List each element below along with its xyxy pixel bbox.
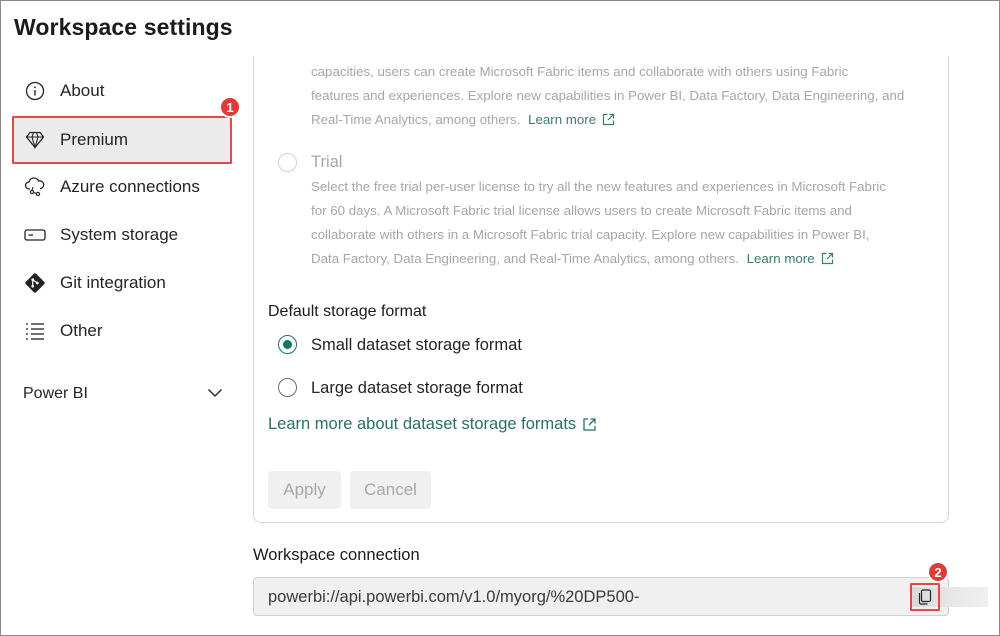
sidebar-item-label: About <box>60 81 105 100</box>
workspace-connection-heading: Workspace connection <box>253 546 420 564</box>
diamond-icon <box>24 129 46 151</box>
trial-radio[interactable] <box>278 153 297 172</box>
info-icon <box>24 80 46 102</box>
workspace-connection-value: powerbi://api.powerbi.com/v1.0/myorg/%20… <box>268 588 640 606</box>
trial-license-description: Select the free trial per-user license t… <box>311 179 886 266</box>
external-link-icon <box>821 252 833 265</box>
sidebar-item-system-storage[interactable]: System storage <box>12 212 232 258</box>
list-icon <box>24 320 46 342</box>
fabric-license-description: capacities, users can create Microsoft F… <box>311 64 905 127</box>
cancel-button[interactable]: Cancel <box>350 471 431 509</box>
annotation-badge-1: 1 <box>219 96 241 118</box>
annotation-badge-2: 2 <box>927 561 949 583</box>
sidebar-item-premium[interactable]: Premium <box>12 116 232 164</box>
sidebar-item-other[interactable]: Other <box>12 308 232 354</box>
storage-formats-learn-more-link[interactable]: Learn more about dataset storage formats <box>268 415 597 434</box>
copy-icon <box>918 589 932 605</box>
apply-button[interactable]: Apply <box>268 471 341 509</box>
cloud-network-icon <box>24 176 46 198</box>
sidebar-item-label: Premium <box>60 130 129 149</box>
sidebar-section-power-bi[interactable]: Power BI <box>23 382 223 406</box>
workspace-connection-field[interactable]: powerbi://api.powerbi.com/v1.0/myorg/%20… <box>253 577 988 616</box>
external-link-icon <box>583 418 596 431</box>
sidebar-item-label: Azure connections <box>60 177 200 196</box>
storage-format-heading: Default storage format <box>268 303 427 320</box>
small-storage-label: Small dataset storage format <box>311 336 522 354</box>
sidebar-item-azure-connections[interactable]: Azure connections <box>12 164 232 210</box>
small-storage-radio[interactable] <box>278 335 297 354</box>
sidebar-item-about[interactable]: About <box>12 68 232 114</box>
sidebar-item-label: Other <box>60 321 103 340</box>
chevron-down-icon <box>207 385 223 403</box>
sidebar-item-label: Git integration <box>60 273 166 292</box>
sidebar-item-label: System storage <box>60 225 179 244</box>
git-icon <box>24 272 46 294</box>
copy-button[interactable] <box>910 583 940 611</box>
large-storage-label: Large dataset storage format <box>311 379 523 397</box>
fabric-learn-more-link[interactable]: Learn more <box>528 112 615 127</box>
page-title: Workspace settings <box>14 14 233 40</box>
large-storage-radio[interactable] <box>278 378 297 397</box>
trial-learn-more-link[interactable]: Learn more <box>747 251 834 266</box>
storage-drive-icon <box>24 224 46 246</box>
trial-label: Trial <box>311 153 343 171</box>
external-link-icon <box>602 113 615 126</box>
sidebar-section-label: Power BI <box>23 385 88 402</box>
sidebar-item-git-integration[interactable]: Git integration <box>12 260 232 306</box>
